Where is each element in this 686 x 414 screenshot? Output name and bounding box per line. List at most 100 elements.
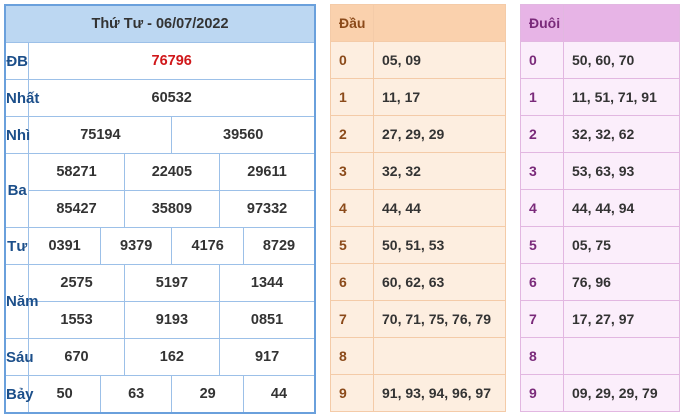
prize-value: 29	[171, 375, 244, 414]
prize-value: 35809	[123, 190, 221, 228]
prize-row-db: ĐB 76796	[4, 42, 316, 80]
prize-label-bay: Bảy	[4, 375, 34, 414]
prize-value: 5197	[123, 264, 221, 302]
duoi-values: 76, 96	[563, 263, 680, 301]
prize-value: 29611	[219, 153, 316, 191]
dau-digit: 3	[330, 152, 374, 190]
prize-label-db: ĐB	[4, 42, 30, 80]
duoi-row: 3 53, 63, 93	[520, 152, 680, 190]
prize-value: 1344	[219, 264, 316, 302]
duoi-row: 7 17, 27, 97	[520, 300, 680, 338]
dau-row: 2 27, 29, 29	[330, 115, 506, 153]
dau-row: 4 44, 44	[330, 189, 506, 227]
dau-digit: 2	[330, 115, 374, 153]
prize-value: 63	[99, 375, 173, 414]
dau-digit: 5	[330, 226, 374, 264]
duoi-values: 53, 63, 93	[563, 152, 680, 190]
duoi-values: 05, 75	[563, 226, 680, 264]
dau-header-row: Đầu	[330, 4, 506, 42]
prize-row-nhat: Nhất 60532	[4, 79, 316, 117]
special-prize-value: 76796	[28, 42, 316, 80]
duoi-digit: 3	[520, 152, 564, 190]
duoi-values	[563, 337, 680, 375]
dau-table: Đầu 0 05, 09 1 11, 17 2 27, 29, 29 3 32, 32 …	[330, 4, 506, 412]
prize-value: 2575	[28, 264, 125, 302]
prize-value: 97332	[219, 190, 316, 228]
dau-row: 8	[330, 337, 506, 375]
duoi-row: 5 05, 75	[520, 226, 680, 264]
duoi-row: 6 76, 96	[520, 263, 680, 301]
prize-value: 1553	[28, 301, 125, 339]
prize-value: 162	[123, 338, 221, 376]
prize-label-nhi: Nhì	[4, 116, 30, 154]
prize-value: 39560	[171, 116, 316, 154]
dau-digit: 0	[330, 41, 374, 79]
duoi-row: 0 50, 60, 70	[520, 41, 680, 79]
duoi-values: 17, 27, 97	[563, 300, 680, 338]
prize-row-nhi: Nhì 75194 39560	[4, 116, 316, 154]
duoi-row: 8	[520, 337, 680, 375]
lottery-results-table: Thứ Tư - 06/07/2022 ĐB 76796 Nhất 60532 …	[4, 4, 316, 414]
results-title: Thứ Tư - 06/07/2022	[4, 4, 316, 43]
duoi-title: Đuôi	[520, 4, 564, 42]
duoi-digit: 0	[520, 41, 564, 79]
prize-row-nam-2: 1553 9193 0851	[5, 301, 316, 339]
duoi-values: 09, 29, 29, 79	[563, 374, 680, 412]
duoi-row: 4 44, 44, 94	[520, 189, 680, 227]
dau-values: 44, 44	[373, 189, 506, 227]
prize-value: 85427	[28, 190, 125, 228]
prize-row-bay: Bảy 50 63 29 44	[4, 375, 316, 414]
prize-value: 4176	[171, 227, 244, 265]
prize-label-ba: Ba	[4, 153, 30, 228]
prize-row-ba: Ba 58271 22405 29611	[4, 153, 316, 228]
dau-digit: 6	[330, 263, 374, 301]
dau-values: 70, 71, 75, 76, 79	[373, 300, 506, 338]
dau-values: 27, 29, 29	[373, 115, 506, 153]
duoi-digit: 6	[520, 263, 564, 301]
prize-row-ba-2: 85427 35809 97332	[5, 190, 316, 228]
prize-value: 75194	[28, 116, 173, 154]
dau-values: 32, 32	[373, 152, 506, 190]
prize-value: 60532	[28, 79, 316, 117]
dau-values: 05, 09	[373, 41, 506, 79]
duoi-values: 50, 60, 70	[563, 41, 680, 79]
duoi-header-blank	[563, 4, 680, 42]
prize-value: 22405	[123, 153, 221, 191]
duoi-digit: 9	[520, 374, 564, 412]
duoi-values: 11, 51, 71, 91	[563, 78, 680, 116]
results-header-row: Thứ Tư - 06/07/2022	[4, 4, 316, 43]
duoi-row: 2 32, 32, 62	[520, 115, 680, 153]
dau-digit: 9	[330, 374, 374, 412]
prize-value: 0391	[28, 227, 101, 265]
duoi-digit: 8	[520, 337, 564, 375]
dau-values: 91, 93, 94, 96, 97	[373, 374, 506, 412]
prize-label-nhat: Nhất	[4, 79, 39, 117]
dau-row: 0 05, 09	[330, 41, 506, 79]
dau-row: 6 60, 62, 63	[330, 263, 506, 301]
dau-header-blank	[373, 4, 506, 42]
dau-digit: 7	[330, 300, 374, 338]
dau-values: 50, 51, 53	[373, 226, 506, 264]
dau-row: 5 50, 51, 53	[330, 226, 506, 264]
duoi-digit: 1	[520, 78, 564, 116]
duoi-table: Đuôi 0 50, 60, 70 1 11, 51, 71, 91 2 32, 32…	[520, 4, 680, 412]
prize-label-tu: Tư	[4, 227, 30, 265]
duoi-row: 9 09, 29, 29, 79	[520, 374, 680, 412]
dau-digit: 4	[330, 189, 374, 227]
dau-digit: 8	[330, 337, 374, 375]
prize-label-nam: Năm	[4, 264, 39, 339]
prize-row-tu: Tư 0391 9379 4176 8729	[4, 227, 316, 265]
prize-value: 9193	[123, 301, 221, 339]
dau-digit: 1	[330, 78, 374, 116]
dau-title: Đầu	[330, 4, 374, 42]
duoi-values: 32, 32, 62	[563, 115, 680, 153]
prize-row-sau: Sáu 670 162 917	[4, 338, 316, 376]
prize-value: 50	[28, 375, 101, 414]
prize-row-nam: Năm 2575 5197 1344	[4, 264, 316, 339]
dau-row: 9 91, 93, 94, 96, 97	[330, 374, 506, 412]
dau-values: 11, 17	[373, 78, 506, 116]
dau-row: 7 70, 71, 75, 76, 79	[330, 300, 506, 338]
prize-value: 0851	[219, 301, 316, 339]
duoi-digit: 7	[520, 300, 564, 338]
duoi-row: 1 11, 51, 71, 91	[520, 78, 680, 116]
